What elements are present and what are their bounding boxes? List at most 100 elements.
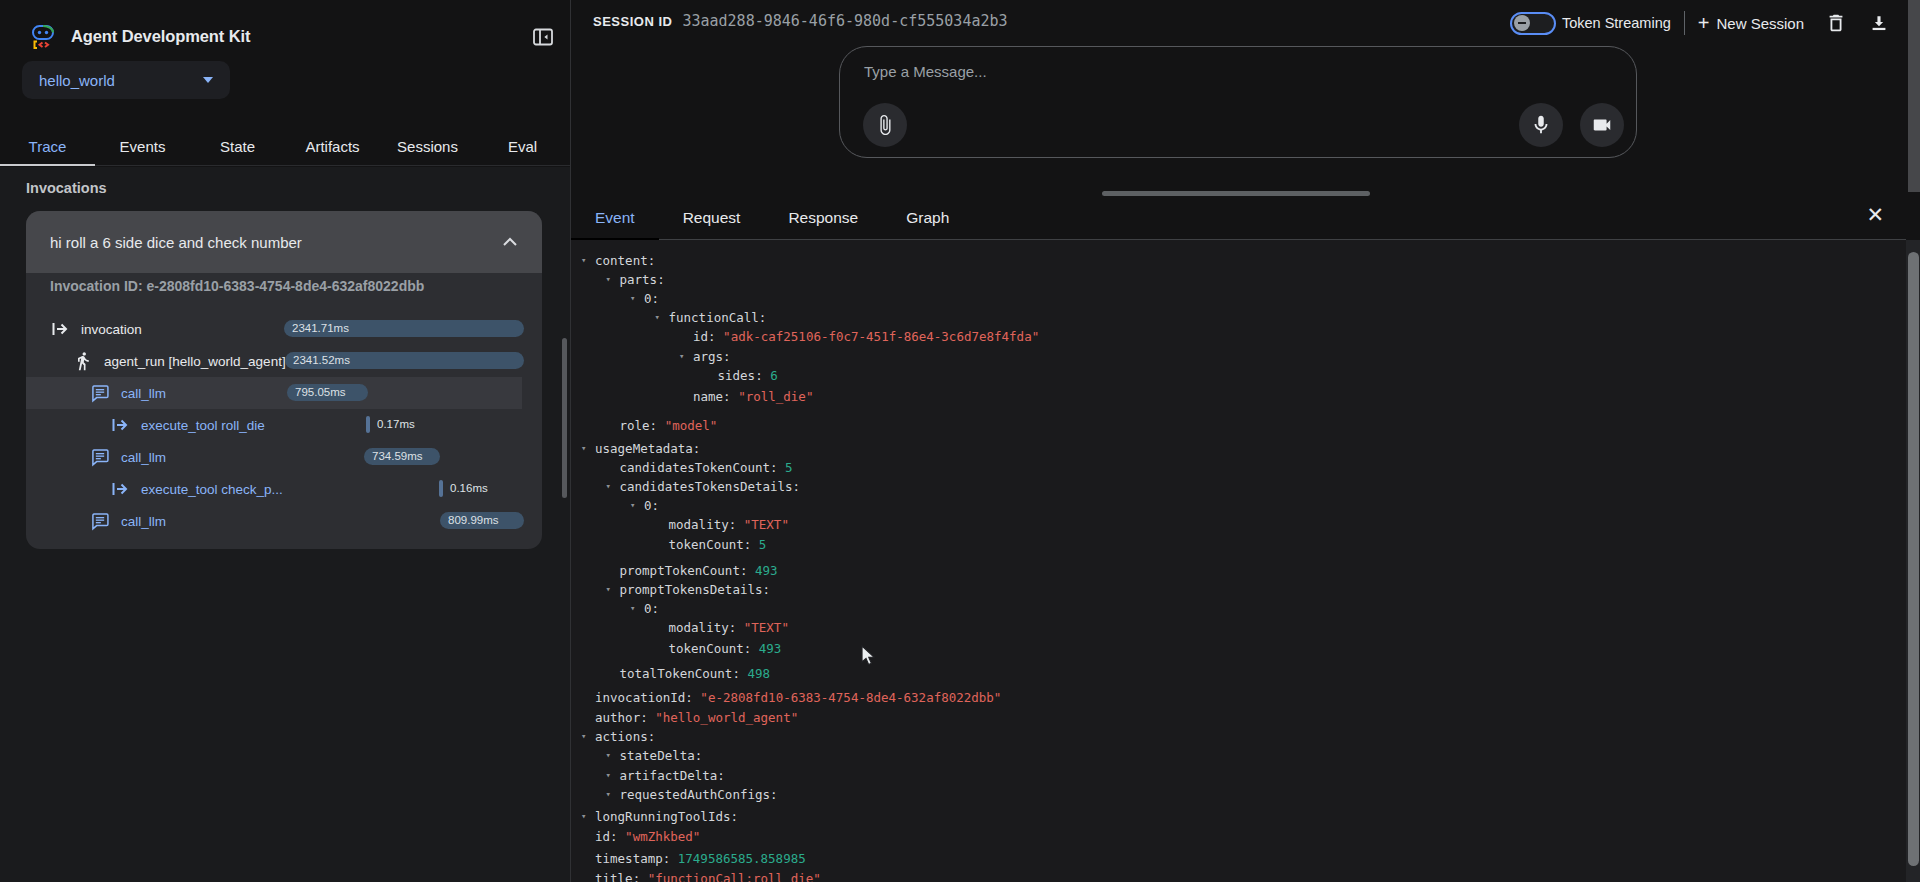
duration-label: 0.16ms [450, 480, 488, 497]
new-session-button[interactable]: + New Session [1698, 12, 1804, 35]
json-row-name: name: "roll_die" [571, 387, 1906, 406]
json-key: candidatesTokenCount: [620, 460, 778, 475]
collapse-triangle-icon[interactable]: ▾ [606, 766, 611, 785]
collapse-triangle-icon[interactable]: ▾ [581, 439, 586, 458]
trace-span-call_llm[interactable]: call_llm734.59ms [26, 441, 542, 473]
trace-span-call_llm[interactable]: call_llm795.05ms [26, 377, 542, 409]
duration-tick [439, 480, 443, 497]
trace-span-agent_run[interactable]: agent_run [hello_world_agent]2341.52ms [26, 345, 542, 377]
json-row-invocationId: invocationId: "e-2808fd10-6383-4754-8de4… [571, 688, 1906, 707]
tab-events[interactable]: Events [95, 128, 190, 165]
json-key: invocationId: [595, 690, 693, 705]
json-row-requestedAuthConfigs[interactable]: ▾ requestedAuthConfigs: [571, 785, 1906, 804]
collapse-triangle-icon[interactable]: ▾ [655, 308, 660, 327]
json-row-tokenCount: tokenCount: 5 [571, 535, 1906, 554]
tab-event[interactable]: Event [571, 197, 659, 239]
json-row-0[interactable]: ▾ 0: [571, 289, 1906, 308]
json-row-usageMetadata[interactable]: ▾ usageMetadata: [571, 439, 1906, 458]
collapse-triangle-icon[interactable]: ▾ [606, 477, 611, 496]
delete-session-icon[interactable] [1825, 12, 1847, 34]
json-scrollbar-thumb[interactable] [1908, 252, 1919, 866]
tab-graph[interactable]: Graph [882, 197, 973, 239]
collapse-triangle-icon[interactable]: ▾ [581, 251, 586, 270]
json-key: longRunningToolIds: [595, 809, 738, 824]
invocations-label: Invocations [26, 180, 107, 196]
sidebar: Agent Development Kit hello_world TraceE… [0, 0, 570, 882]
export-session-icon[interactable] [1868, 12, 1890, 34]
chat-scrollbar[interactable] [1908, 0, 1920, 192]
tab-state[interactable]: State [190, 128, 285, 165]
json-key: tokenCount: [669, 537, 752, 552]
token-streaming-toggle[interactable] [1510, 12, 1556, 35]
trace-span-call_llm[interactable]: call_llm809.99ms [26, 505, 542, 537]
json-row-longRunningToolIds[interactable]: ▾ longRunningToolIds: [571, 807, 1906, 826]
json-row-promptTokensDetails[interactable]: ▾ promptTokensDetails: [571, 580, 1906, 599]
json-key: name: [693, 389, 731, 404]
collapse-triangle-icon[interactable]: ▾ [679, 347, 684, 366]
trace-span-invocation[interactable]: invocation2341.71ms [26, 313, 542, 345]
json-row-artifactDelta[interactable]: ▾artifactDelta: [571, 766, 1906, 785]
json-row-promptTokenCount: promptTokenCount: 493 [571, 561, 1906, 580]
trace-span-execute_tool[interactable]: execute_tool roll_die0.17ms [26, 409, 542, 441]
event-tabs: EventRequestResponseGraph [571, 197, 1906, 240]
chat-icon [90, 447, 110, 467]
json-row-functionCall[interactable]: ▾functionCall: [571, 308, 1906, 327]
json-key: promptTokensDetails: [620, 582, 771, 597]
span-label: agent_run [hello_world_agent] [104, 354, 286, 369]
chat-icon [90, 511, 110, 531]
json-row-stateDelta[interactable]: ▾stateDelta: [571, 746, 1906, 765]
json-row-actions[interactable]: ▾ actions: [571, 727, 1906, 746]
json-row-role: role: "model" [571, 416, 1906, 435]
agent-select[interactable]: hello_world [22, 61, 230, 99]
json-row-candidatesTokensDetails[interactable]: ▾candidatesTokensDetails: [571, 477, 1906, 496]
chevron-up-icon[interactable] [502, 237, 518, 247]
sidebar-scrollbar[interactable] [562, 338, 567, 498]
span-label: call_llm [121, 514, 166, 529]
json-row-parts[interactable]: ▾parts: [571, 270, 1906, 289]
json-key: totalTokenCount: [620, 666, 740, 681]
adk-logo-icon [30, 23, 56, 49]
json-value: "roll_die" [731, 389, 814, 404]
json-row-args[interactable]: ▾args: [571, 347, 1906, 366]
horizontal-scrollbar[interactable] [1102, 191, 1370, 196]
microphone-icon[interactable] [1519, 103, 1563, 147]
json-key: 0: [644, 291, 659, 306]
tab-artifacts[interactable]: Artifacts [285, 128, 380, 165]
collapse-triangle-icon[interactable]: ▾ [606, 580, 611, 599]
collapse-triangle-icon[interactable]: ▾ [606, 746, 611, 765]
json-row-0[interactable]: ▾0: [571, 599, 1906, 618]
tab-trace[interactable]: Trace [0, 128, 95, 165]
tab-sessions[interactable]: Sessions [380, 128, 475, 165]
json-key: requestedAuthConfigs: [620, 787, 778, 802]
collapse-triangle-icon[interactable]: ▾ [606, 270, 611, 289]
video-icon[interactable] [1580, 103, 1624, 147]
json-row-0[interactable]: ▾0: [571, 496, 1906, 515]
json-row-content[interactable]: ▾content: [571, 251, 1906, 270]
attach-file-icon[interactable] [863, 103, 907, 147]
collapse-triangle-icon[interactable]: ▾ [630, 599, 635, 618]
message-input[interactable]: Type a Message... [864, 63, 987, 80]
json-key: timestamp: [595, 851, 670, 866]
tab-response[interactable]: Response [764, 197, 882, 239]
collapse-triangle-icon[interactable]: ▾ [606, 785, 611, 804]
sidebar-tabs: TraceEventsStateArtifactsSessionsEval [0, 128, 570, 166]
tab-eval[interactable]: Eval [475, 128, 570, 165]
invocation-card-header[interactable]: hi roll a 6 side dice and check number [26, 211, 542, 273]
collapse-triangle-icon[interactable]: ▾ [581, 727, 586, 746]
json-key: actions: [595, 729, 655, 744]
json-key: role: [620, 418, 658, 433]
json-row-timestamp: timestamp: 1749586585.858985 [571, 849, 1906, 868]
trace-tree: invocation2341.71msagent_run [hello_worl… [26, 313, 542, 537]
collapse-panel-icon[interactable] [532, 26, 554, 48]
json-key: usageMetadata: [595, 441, 700, 456]
json-value: "wmZhkbed" [618, 829, 701, 844]
json-value: "functionCall:roll_die" [640, 871, 821, 882]
close-icon[interactable]: ✕ [1866, 204, 1884, 225]
tab-request[interactable]: Request [659, 197, 765, 239]
duration-bar: 734.59ms [364, 448, 440, 465]
collapse-triangle-icon[interactable]: ▾ [581, 807, 586, 826]
invocation-title: hi roll a 6 side dice and check number [50, 234, 502, 251]
collapse-triangle-icon[interactable]: ▾ [630, 289, 635, 308]
collapse-triangle-icon[interactable]: ▾ [630, 496, 635, 515]
trace-span-execute_tool[interactable]: execute_tool check_p...0.16ms [26, 473, 542, 505]
